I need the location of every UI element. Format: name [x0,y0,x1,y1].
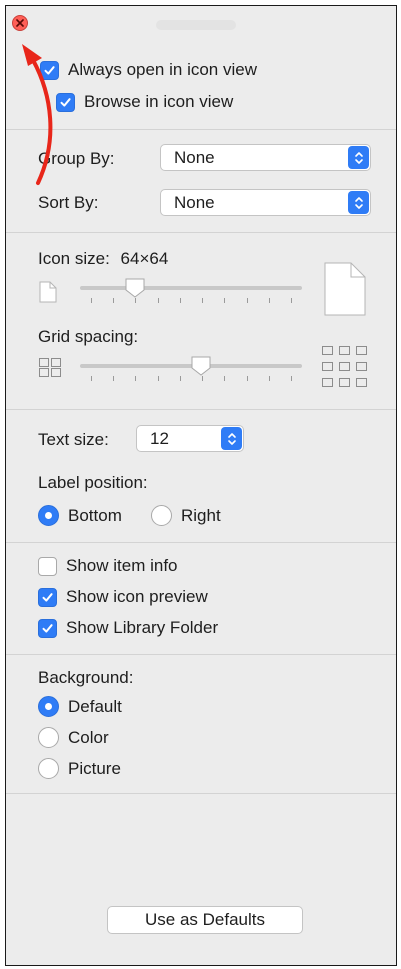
icon-size-slider[interactable] [80,272,302,308]
checkbox-label: Always open in icon view [68,60,257,79]
group-by-label: Group By: [38,149,115,168]
slider-tick [91,298,92,303]
window-title-blurred [156,20,236,30]
slider-tick [202,376,203,381]
slider-tick [158,376,159,381]
close-icon [16,19,24,27]
radio-label: Bottom [68,505,122,525]
radio-unselected[interactable] [151,505,172,526]
slider-thumb[interactable] [190,355,212,377]
background-default-option[interactable]: Default [38,696,122,717]
background-picture-option[interactable]: Picture [38,758,121,779]
grid-spacing-label: Grid spacing: [38,327,139,346]
slider-tick [91,376,92,381]
sort-by-label: Sort By: [38,193,99,212]
slider-tick [113,376,114,381]
radio-selected[interactable] [38,505,59,526]
radio-label: Color [68,727,109,747]
radio-unselected[interactable] [38,727,59,748]
divider [6,793,396,794]
checkmark-icon [42,592,53,602]
background-color-option[interactable]: Color [38,727,109,748]
radio-label: Right [181,505,221,525]
radio-label: Default [68,696,122,716]
group-by-value: None [174,147,215,167]
icon-size-label: Icon size: [38,249,110,268]
checkbox-checked[interactable] [56,92,75,112]
label-position-bottom[interactable]: Bottom [38,505,122,526]
group-by-select[interactable]: None [160,144,371,171]
text-size-select[interactable]: 12 [136,425,244,452]
radio-selected[interactable] [38,696,59,717]
sort-by-value: None [174,192,215,212]
background-label: Background: [38,668,134,687]
checkbox-label: Show item info [66,556,178,575]
checkbox-label: Show Library Folder [66,618,219,637]
slider-tick [202,298,203,303]
slider-tick [291,376,292,381]
view-options-window: Always open in icon view Browse in icon … [5,5,397,966]
tight-grid-icon [39,358,61,377]
show-item-info-row[interactable]: Show item info [38,556,178,576]
divider [6,542,396,543]
slider-tick [247,298,248,303]
titlebar [6,6,396,40]
sort-by-select[interactable]: None [160,189,371,216]
slider-tick [113,298,114,303]
checkbox-label: Show icon preview [66,587,208,606]
use-as-defaults-button[interactable]: Use as Defaults [107,906,303,934]
wide-grid-icon [322,346,367,387]
show-icon-preview-row[interactable]: Show icon preview [38,587,208,607]
always-open-icon-view-row[interactable]: Always open in icon view [40,60,257,80]
popup-stepper-icon [221,427,242,450]
icon-size-value: 64×64 [120,249,169,268]
browse-icon-view-row[interactable]: Browse in icon view [56,92,233,112]
slider-track [80,286,302,290]
checkmark-icon [42,623,53,633]
small-document-icon [39,281,57,303]
slider-tick [224,298,225,303]
close-button[interactable] [12,15,28,31]
slider-tick [247,376,248,381]
checkbox-checked[interactable] [38,618,57,638]
slider-tick [135,298,136,303]
divider [6,654,396,655]
radio-label: Picture [68,758,121,778]
text-size-label: Text size: [38,430,109,449]
label-position-label: Label position: [38,473,148,492]
grid-spacing-slider[interactable] [80,350,302,386]
checkbox-label: Browse in icon view [84,92,234,111]
slider-thumb[interactable] [124,277,146,299]
checkbox-unchecked[interactable] [38,556,57,576]
divider [6,129,396,130]
large-document-icon [324,262,366,316]
checkbox-checked[interactable] [40,60,59,80]
text-size-value: 12 [150,428,169,448]
slider-tick [224,376,225,381]
checkmark-icon [44,65,55,75]
slider-tick [291,298,292,303]
slider-tick [180,376,181,381]
popup-stepper-icon [348,191,369,214]
divider [6,409,396,410]
slider-tick [158,298,159,303]
divider [6,232,396,233]
slider-tick [269,298,270,303]
slider-tick [269,376,270,381]
icon-size-heading: Icon size: 64×64 [38,249,168,269]
radio-unselected[interactable] [38,758,59,779]
show-library-folder-row[interactable]: Show Library Folder [38,618,218,638]
popup-stepper-icon [348,146,369,169]
slider-tick [180,298,181,303]
label-position-right[interactable]: Right [151,505,221,526]
checkmark-icon [60,97,71,107]
checkbox-checked[interactable] [38,587,57,607]
slider-tick [135,376,136,381]
